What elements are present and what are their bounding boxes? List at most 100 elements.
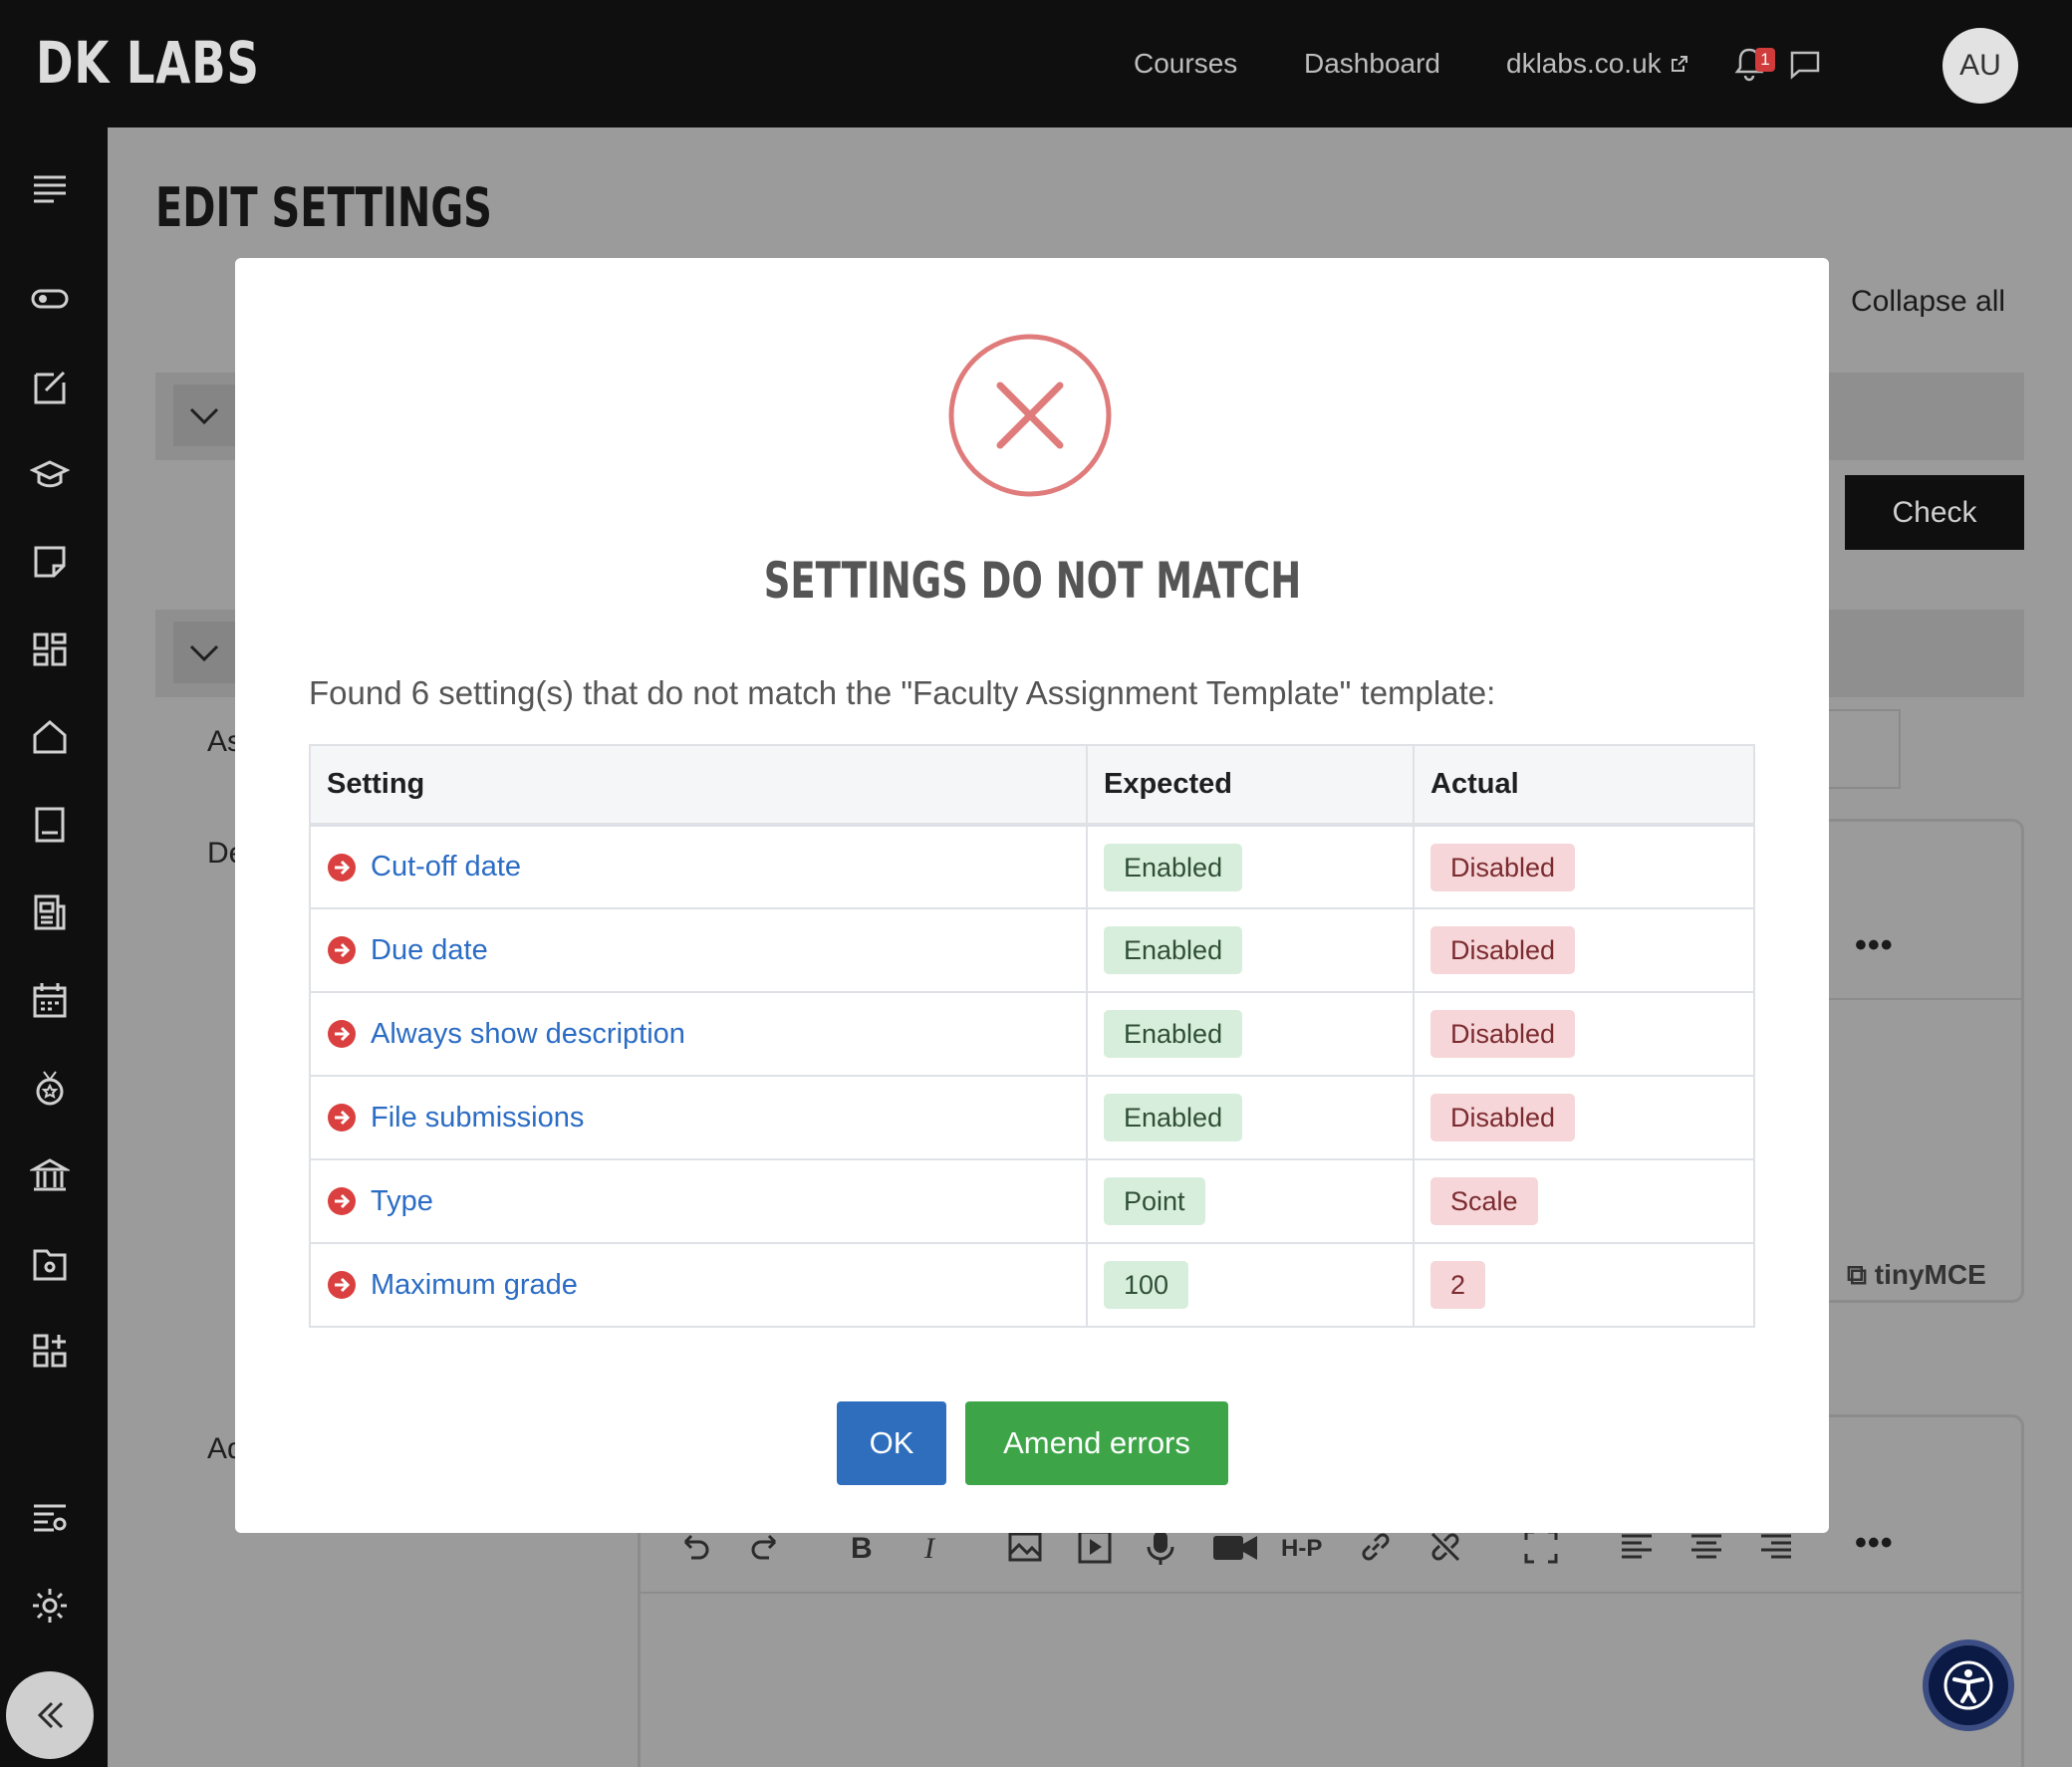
table-row: Due date Enabled Disabled: [309, 907, 1755, 993]
arrow-right-circle-icon: [328, 1187, 356, 1215]
book-icon[interactable]: [30, 805, 70, 845]
unlink-icon[interactable]: [1426, 1528, 1464, 1566]
expected-badge: Point: [1104, 1177, 1205, 1225]
admin-settings-icon[interactable]: [30, 1498, 70, 1538]
table-row: Always show description Enabled Disabled: [309, 991, 1755, 1077]
bold-icon[interactable]: B: [843, 1528, 881, 1566]
svg-text:I: I: [923, 1532, 936, 1565]
dashboard-grid-icon[interactable]: [30, 630, 70, 669]
table-row: Maximum grade 100 2: [309, 1242, 1755, 1328]
chat-icon[interactable]: [1789, 50, 1821, 80]
microphone-icon[interactable]: [1142, 1528, 1179, 1566]
setting-link[interactable]: Always show description: [371, 1018, 685, 1051]
badge-icon[interactable]: [30, 1068, 70, 1108]
nav-external-site[interactable]: dklabs.co.uk: [1506, 0, 1689, 127]
menu-icon[interactable]: [30, 169, 70, 209]
home-icon[interactable]: [30, 717, 70, 757]
editor-toolbar-divider: [641, 1592, 2021, 1594]
arrow-right-circle-icon: [328, 1271, 356, 1299]
h5p-icon[interactable]: H-P: [1281, 1528, 1329, 1566]
add-block-icon[interactable]: [30, 1331, 70, 1371]
undo-icon[interactable]: [675, 1528, 713, 1566]
align-right-icon[interactable]: [1757, 1528, 1795, 1566]
expected-badge: Enabled: [1104, 1094, 1243, 1141]
expected-badge: Enabled: [1104, 843, 1243, 891]
table-header-row: Setting Expected Actual: [309, 744, 1755, 827]
tinymce-logo-icon: ⧉: [1847, 1259, 1867, 1290]
align-left-icon[interactable]: [1618, 1528, 1656, 1566]
italic-icon[interactable]: I: [912, 1528, 950, 1566]
setting-link[interactable]: Type: [371, 1185, 433, 1218]
dialog-message: Found 6 setting(s) that do not match the…: [309, 674, 1496, 711]
check-button[interactable]: Check: [1845, 475, 2024, 550]
actual-badge: Disabled: [1430, 1094, 1576, 1141]
media-icon[interactable]: [1076, 1528, 1114, 1566]
collapse-all-link[interactable]: Collapse all: [1851, 285, 2005, 319]
error-circle-icon: [948, 334, 1112, 497]
section-toggle-availability[interactable]: [173, 622, 235, 683]
double-chevron-left-icon: [37, 1701, 64, 1729]
tinymce-brand: ⧉ tinyMCE: [1847, 1259, 1986, 1290]
nav-dashboard[interactable]: Dashboard: [1304, 0, 1440, 127]
dialog-title: SETTINGS DO NOT MATCH: [763, 552, 1301, 610]
column-header-setting: Setting: [309, 744, 1088, 827]
page-title: EDIT SETTINGS: [155, 176, 492, 239]
top-navbar: DK LABS Courses Dashboard dklabs.co.uk 1…: [0, 0, 2072, 127]
link-icon[interactable]: [1357, 1528, 1395, 1566]
user-avatar[interactable]: AU: [1942, 28, 2018, 104]
toggle-icon[interactable]: [30, 279, 70, 319]
actual-badge: Scale: [1430, 1177, 1538, 1225]
actual-badge: 2: [1430, 1261, 1486, 1309]
settings-mismatch-dialog: SETTINGS DO NOT MATCH Found 6 setting(s)…: [235, 258, 1829, 1533]
svg-text:B: B: [851, 1532, 873, 1565]
brand-logo[interactable]: DK LABS: [36, 28, 260, 98]
edit-icon[interactable]: [30, 367, 70, 406]
redo-icon[interactable]: [747, 1528, 785, 1566]
actual-badge: Disabled: [1430, 1010, 1576, 1058]
setting-link[interactable]: Maximum grade: [371, 1269, 578, 1302]
svg-text:H-P: H-P: [1281, 1535, 1322, 1562]
setting-link[interactable]: Due date: [371, 934, 488, 967]
expected-badge: Enabled: [1104, 926, 1243, 974]
expected-badge: 100: [1104, 1261, 1189, 1309]
fullscreen-icon[interactable]: [1522, 1528, 1560, 1566]
accessibility-button[interactable]: [1923, 1640, 2014, 1731]
ok-button[interactable]: OK: [837, 1401, 946, 1485]
align-center-icon[interactable]: [1687, 1528, 1725, 1566]
actual-badge: Disabled: [1430, 926, 1576, 974]
collapse-sidebar-button[interactable]: [6, 1671, 94, 1759]
image-icon[interactable]: [1006, 1528, 1044, 1566]
amend-errors-button[interactable]: Amend errors: [965, 1401, 1228, 1485]
more-options-icon[interactable]: •••: [1855, 926, 1894, 965]
actual-badge: Disabled: [1430, 843, 1576, 891]
arrow-right-circle-icon: [328, 1104, 356, 1132]
setting-link[interactable]: Cut-off date: [371, 851, 521, 884]
arrow-right-circle-icon: [328, 1020, 356, 1048]
gear-icon[interactable]: [30, 1586, 70, 1626]
institution-icon[interactable]: [28, 1155, 72, 1195]
expected-badge: Enabled: [1104, 1010, 1243, 1058]
more-options-icon[interactable]: •••: [1855, 1524, 1894, 1563]
sidebar: [0, 127, 108, 1767]
notification-count-badge: 1: [1755, 48, 1775, 72]
news-icon[interactable]: [30, 892, 70, 932]
external-link-icon: [1671, 56, 1687, 72]
setting-link[interactable]: File submissions: [371, 1102, 584, 1135]
nav-courses[interactable]: Courses: [1134, 0, 1237, 127]
chevron-down-icon: [189, 407, 219, 425]
note-icon[interactable]: [30, 542, 70, 582]
column-header-actual: Actual: [1413, 744, 1755, 827]
column-header-expected: Expected: [1086, 744, 1415, 827]
section-toggle-general[interactable]: [173, 384, 235, 446]
table-row: Type Point Scale: [309, 1158, 1755, 1244]
arrow-right-circle-icon: [328, 936, 356, 964]
calendar-icon[interactable]: [30, 980, 70, 1020]
arrow-right-circle-icon: [328, 853, 356, 882]
folder-settings-icon[interactable]: [30, 1243, 70, 1283]
mismatch-table: Setting Expected Actual Cut-off date Ena…: [309, 744, 1755, 1328]
chevron-down-icon: [189, 644, 219, 662]
graduation-cap-icon[interactable]: [29, 454, 71, 494]
video-camera-icon[interactable]: [1211, 1528, 1259, 1566]
accessibility-icon: [1943, 1660, 1993, 1710]
table-row: Cut-off date Enabled Disabled: [309, 824, 1755, 909]
